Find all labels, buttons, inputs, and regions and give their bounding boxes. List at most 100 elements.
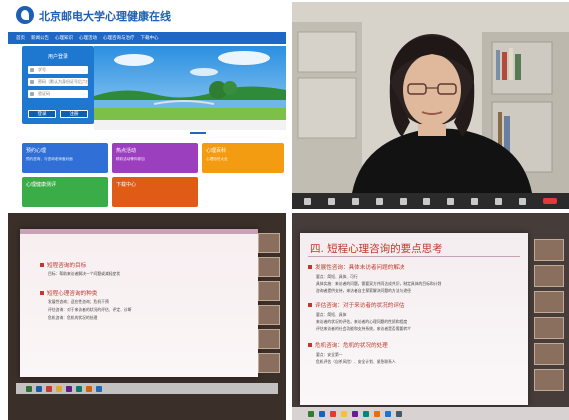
bullet-square-icon: [308, 265, 312, 269]
login-panel: 用户登录 学号 密码（默认为身份证号后六位） 验证码 登录 注册: [22, 46, 94, 124]
reactions-icon[interactable]: [471, 197, 479, 205]
app-icon[interactable]: [308, 410, 314, 417]
chat-icon[interactable]: [399, 197, 407, 205]
bullet-square-icon: [308, 303, 312, 307]
app-icon[interactable]: [396, 410, 402, 417]
slide-top-stripe: [20, 229, 258, 234]
record-icon[interactable]: [447, 197, 455, 205]
bullet-square-icon: [40, 291, 44, 295]
tile-appointment-title: 预约心理: [26, 148, 47, 154]
feature-tiles: 预约心理 预约咨询，与咨询老师面对面 热点活动 精彩活动等你参加 心理百科 心理…: [8, 138, 286, 211]
slide2-bullet-2-sub: 要点：简短、具体: [316, 312, 347, 317]
participant-thumbnail[interactable]: [258, 353, 280, 373]
app-icon[interactable]: [96, 385, 102, 392]
app-icon[interactable]: [341, 410, 347, 417]
share-screen-icon[interactable]: [423, 197, 431, 205]
tile-hot-activities[interactable]: 热点活动 精彩活动等你参加: [112, 143, 198, 173]
bullet-square-icon: [308, 343, 312, 347]
photo-collage: 北京邮电大学心理健康在线 首页 新闻公告 心理知识 心理活动 心理咨询与治疗 下…: [0, 0, 569, 420]
app-icon[interactable]: [330, 410, 336, 417]
bullet-square-icon: [40, 263, 44, 267]
password-field[interactable]: 密码（默认为身份证号后六位）: [28, 78, 88, 86]
slide2-bullet-3-sub: 危机评估（自杀风险）、安全计划、紧急联系人: [316, 359, 396, 364]
tile-appointment[interactable]: 预约心理 预约咨询，与咨询老师面对面: [22, 143, 108, 173]
participant-thumbnail[interactable]: [534, 291, 564, 313]
webcam-video-panel: [292, 2, 569, 209]
nav-item-downloads[interactable]: 下载中心: [141, 35, 159, 41]
presentation-slide-panel-2: 四. 短程心理咨询的要点思考 发展性咨询：具体未访者问题的解决 要点：简短、具体…: [292, 213, 569, 420]
participant-thumbnail[interactable]: [534, 265, 564, 287]
app-icon[interactable]: [363, 410, 369, 417]
more-icon[interactable]: [518, 197, 526, 205]
participant-thumbnail[interactable]: [258, 329, 280, 349]
app-icon[interactable]: [36, 385, 42, 392]
app-icon[interactable]: [56, 385, 62, 392]
participant-thumbnail[interactable]: [534, 343, 564, 365]
participants-icon[interactable]: [375, 197, 383, 205]
nav-item-counseling[interactable]: 心理咨询与治疗: [103, 35, 135, 41]
video-call-toolbar: [292, 193, 569, 209]
slide2-bullet-2-sub: 评估来访者的社会功能和支持系统，来访者是否需要转介: [316, 326, 411, 331]
participant-thumbnail[interactable]: [534, 317, 564, 339]
slide1-bullet-1-sub: 目标：帮助来访者解决一个问题或减轻症状: [48, 271, 121, 276]
nav-item-home[interactable]: 首页: [16, 35, 25, 41]
app-icon[interactable]: [26, 385, 32, 392]
app-icon[interactable]: [46, 385, 52, 392]
slide2-bullet-1-sub: 具体实施：来访者的问题，需要双方共同达成共识，制定具体的目标和计划: [316, 281, 442, 286]
site-title: 北京邮电大学心理健康在线: [39, 10, 171, 23]
tile-psych-wiki[interactable]: 心理百科 心理知识大全: [202, 143, 284, 173]
username-field[interactable]: 学号: [28, 66, 88, 74]
slide2-bullet-1-text: 发展性咨询：具体未访者问题的解决: [315, 265, 405, 271]
participant-thumbnail[interactable]: [258, 305, 280, 325]
security-icon[interactable]: [352, 197, 360, 205]
slide1-bullet-2-text: 短程心理咨询的种类: [47, 291, 98, 297]
participant-thumbnail[interactable]: [258, 281, 280, 301]
tile-appointment-sub: 预约咨询，与咨询老师面对面: [26, 157, 73, 161]
slide1-bullet-1-text: 短程咨询的目标: [47, 263, 87, 269]
participant-thumbnail[interactable]: [258, 233, 280, 253]
app-icon[interactable]: [76, 385, 82, 392]
slide-content: 短程咨询的目标 目标：帮助来访者解决一个问题或减轻症状 短程心理咨询的种类 发展…: [20, 229, 258, 377]
slide2-bullet-3-text: 危机咨询：危机的状况的处理: [315, 343, 388, 349]
tile-hot-activities-title: 热点活动: [116, 148, 137, 154]
app-icon[interactable]: [66, 385, 72, 392]
site-header: 北京邮电大学心理健康在线: [8, 2, 286, 28]
nav-item-knowledge[interactable]: 心理知识: [55, 35, 73, 41]
tile-download-center-title: 下载中心: [116, 182, 137, 188]
windows-taskbar: [292, 407, 569, 420]
app-icon[interactable]: [385, 410, 391, 417]
tile-assessment[interactable]: 心理健康测评: [22, 177, 108, 207]
login-heading: 用户登录: [47, 54, 68, 60]
app-icon[interactable]: [319, 410, 325, 417]
app-icon[interactable]: [352, 410, 358, 417]
windows-taskbar: [16, 383, 278, 394]
app-icon[interactable]: [86, 385, 92, 392]
carousel-indicator[interactable]: [190, 132, 206, 134]
slide2-bullet-1: 发展性咨询：具体未访者问题的解决: [308, 263, 405, 271]
tile-download-center[interactable]: 下载中心: [112, 177, 198, 207]
participant-thumbnail[interactable]: [534, 369, 564, 391]
login-button[interactable]: 登录: [28, 110, 56, 118]
camera-icon[interactable]: [328, 197, 336, 205]
speaker-video-image: [292, 2, 569, 193]
presentation-slide-panel-1: 短程咨询的目标 目标：帮助来访者解决一个问题或减轻症状 短程心理咨询的种类 发展…: [8, 213, 286, 420]
tile-psych-wiki-sub: 心理知识大全: [206, 157, 228, 161]
slide1-bullet-2-sub: 发展性咨询；适应性咨询；危机干预: [48, 299, 109, 304]
website-screenshot-panel: 北京邮电大学心理健康在线 首页 新闻公告 心理知识 心理活动 心理咨询与治疗 下…: [8, 2, 286, 211]
slide-title: 四. 短程心理咨询的要点思考: [310, 243, 443, 255]
apps-icon[interactable]: [494, 197, 502, 205]
nav-item-news[interactable]: 新闻公告: [31, 35, 49, 41]
participant-thumbnails: [258, 233, 280, 383]
app-icon[interactable]: [374, 410, 380, 417]
slide2-bullet-3-sub: 要点：安全第一: [316, 352, 343, 357]
university-logo-icon: [16, 6, 34, 24]
participant-thumbnail[interactable]: [258, 257, 280, 277]
participant-thumbnail[interactable]: [534, 239, 564, 261]
site-nav-bar: 首页 新闻公告 心理知识 心理活动 心理咨询与治疗 下载中心: [8, 32, 286, 44]
end-call-button[interactable]: [542, 198, 557, 204]
nav-item-activities[interactable]: 心理活动: [79, 35, 97, 41]
register-button[interactable]: 注册: [60, 110, 88, 118]
captcha-field[interactable]: 验证码: [28, 90, 88, 98]
mic-icon[interactable]: [304, 197, 312, 205]
slide2-bullet-2: 评估咨询：对于来访者的状况的评估: [308, 301, 405, 309]
